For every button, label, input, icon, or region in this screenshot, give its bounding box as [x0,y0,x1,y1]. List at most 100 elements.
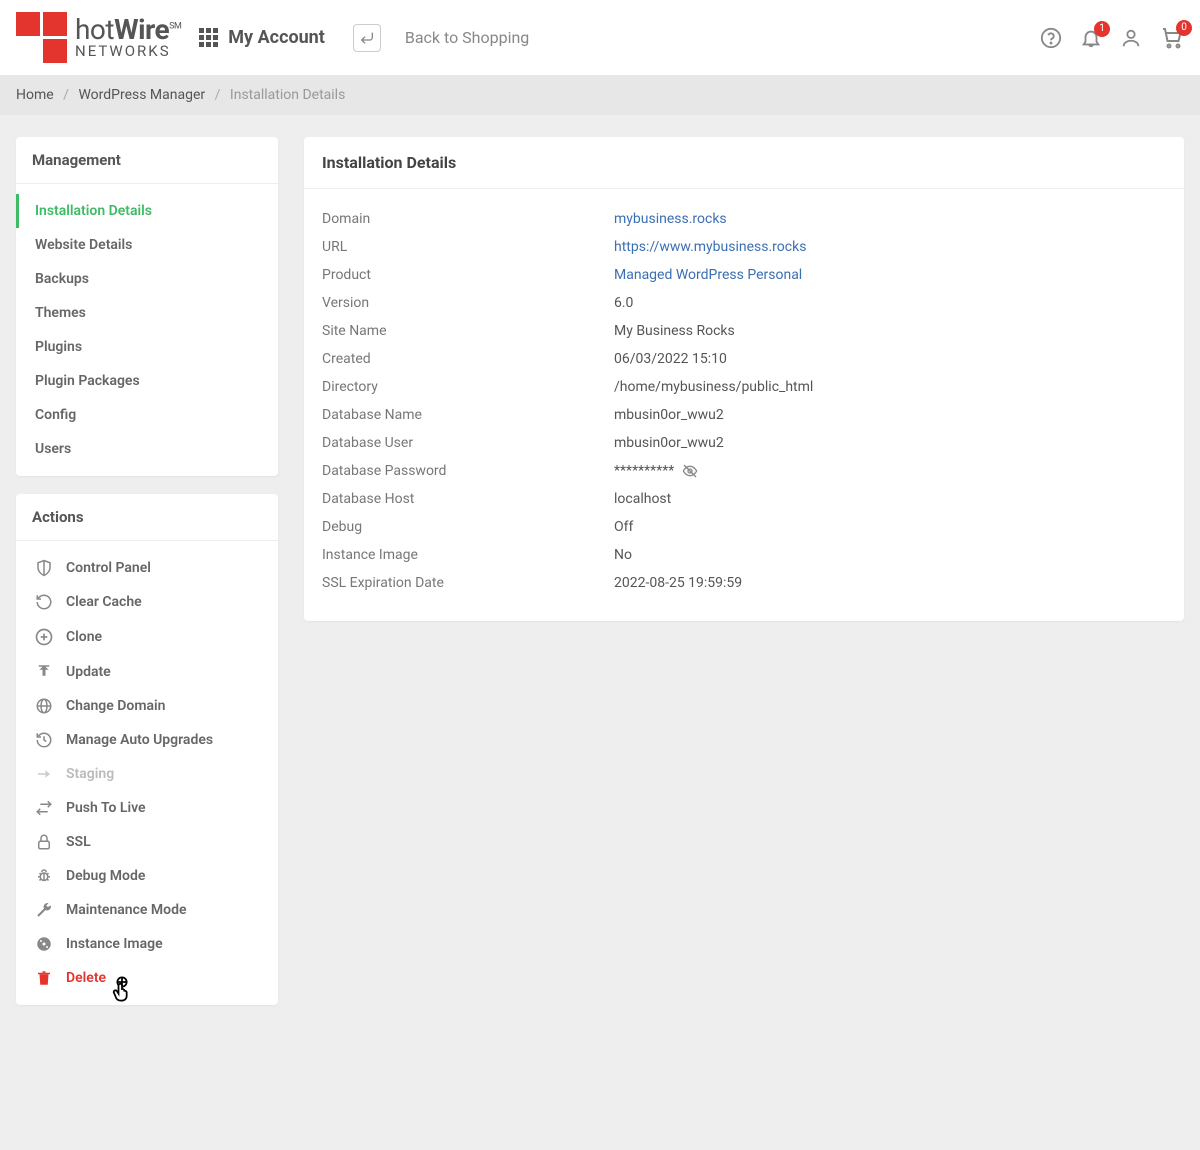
nav-plugins[interactable]: Plugins [16,330,278,364]
upload-icon [34,663,54,681]
action-staging: Staging [22,757,272,791]
action-label: Push To Live [66,800,146,816]
label-debug: Debug [322,519,614,535]
action-label: Clone [66,629,102,645]
bug-icon [34,867,54,885]
cart-button[interactable]: 0 [1160,26,1184,50]
row-url: URL https://www.mybusiness.rocks [322,233,1166,261]
back-button[interactable] [353,24,381,52]
label-db-password: Database Password [322,463,614,479]
actions-card: Actions Control Panel Clear Cache Clone … [16,494,278,1005]
help-button[interactable] [1040,27,1062,49]
value-directory: /home/mybusiness/public_html [614,379,813,395]
nav-plugin-packages[interactable]: Plugin Packages [16,364,278,398]
row-site-name: Site Name My Business Rocks [322,317,1166,345]
action-label: Control Panel [66,560,151,576]
row-db-user: Database User mbusin0or_wwu2 [322,429,1166,457]
nav-backups[interactable]: Backups [16,262,278,296]
row-db-password: Database Password ********** [322,457,1166,485]
label-created: Created [322,351,614,367]
nav-installation-details[interactable]: Installation Details [16,194,278,228]
row-domain: Domain mybusiness.rocks [322,205,1166,233]
value-instance-image: No [614,547,632,563]
value-url[interactable]: https://www.mybusiness.rocks [614,239,806,255]
trash-icon [34,969,54,987]
action-label: Update [66,664,111,680]
action-label: Maintenance Mode [66,902,187,918]
label-domain: Domain [322,211,614,227]
logo-text: hotWireSM NETWORKS [75,16,181,59]
action-label: Manage Auto Upgrades [66,732,213,748]
management-title: Management [16,137,278,184]
my-account-label: My Account [228,27,325,48]
actions-list: Control Panel Clear Cache Clone Update C [16,541,278,1005]
breadcrumb-home[interactable]: Home [16,87,54,103]
breadcrumb-current: Installation Details [230,87,345,103]
action-clone[interactable]: Clone [22,619,272,655]
header: hotWireSM NETWORKS My Account Back to Sh… [0,0,1200,75]
back-to-shopping-link[interactable]: Back to Shopping [405,28,529,47]
logo[interactable]: hotWireSM NETWORKS [16,12,181,63]
nav-users[interactable]: Users [16,432,278,466]
action-update[interactable]: Update [22,655,272,689]
value-ssl-expiration: 2022-08-25 19:59:59 [614,575,742,591]
breadcrumb-sep: / [215,87,221,103]
row-created: Created 06/03/2022 15:10 [322,345,1166,373]
action-label: Debug Mode [66,868,145,884]
action-change-domain[interactable]: Change Domain [22,689,272,723]
notifications-button[interactable]: 1 [1080,27,1102,49]
label-ssl-expiration: SSL Expiration Date [322,575,614,591]
value-version: 6.0 [614,295,633,311]
breadcrumb-sep: / [63,87,69,103]
label-db-user: Database User [322,435,614,451]
rotate-ccw-icon [34,593,54,611]
help-icon [1040,27,1062,49]
label-directory: Directory [322,379,614,395]
my-account-link[interactable]: My Account [199,27,325,48]
action-debug-mode[interactable]: Debug Mode [22,859,272,893]
value-db-host: localhost [614,491,671,507]
main-content: Installation Details Domain mybusiness.r… [304,137,1184,621]
nav-config[interactable]: Config [16,398,278,432]
label-site-name: Site Name [322,323,614,339]
action-maintenance-mode[interactable]: Maintenance Mode [22,893,272,927]
action-push-to-live[interactable]: Push To Live [22,791,272,825]
toggle-password-visibility[interactable] [682,463,698,479]
nav-themes[interactable]: Themes [16,296,278,330]
wrench-icon [34,901,54,919]
main-layout: Management Installation Details Website … [0,115,1200,1027]
nav-website-details[interactable]: Website Details [16,228,278,262]
logo-mark-icon [16,12,67,63]
action-control-panel[interactable]: Control Panel [22,551,272,585]
apps-grid-icon [199,28,218,47]
value-site-name: My Business Rocks [614,323,735,339]
action-label: Change Domain [66,698,165,714]
row-ssl-expiration: SSL Expiration Date 2022-08-25 19:59:59 [322,569,1166,597]
label-url: URL [322,239,614,255]
label-instance-image: Instance Image [322,547,614,563]
action-ssl[interactable]: SSL [22,825,272,859]
action-clear-cache[interactable]: Clear Cache [22,585,272,619]
eye-off-icon [682,463,698,479]
row-version: Version 6.0 [322,289,1166,317]
cart-badge: 0 [1176,20,1192,36]
value-product[interactable]: Managed WordPress Personal [614,267,802,283]
action-instance-image[interactable]: Instance Image [22,927,272,961]
action-delete[interactable]: Delete [22,961,272,995]
breadcrumb-wp-manager[interactable]: WordPress Manager [78,87,205,103]
installation-details-card: Installation Details Domain mybusiness.r… [304,137,1184,621]
shield-icon [34,559,54,577]
label-version: Version [322,295,614,311]
row-debug: Debug Off [322,513,1166,541]
action-label: Instance Image [66,936,163,952]
disc-icon [34,935,54,953]
action-label: Delete [66,970,106,986]
value-domain[interactable]: mybusiness.rocks [614,211,727,227]
action-label: SSL [66,834,91,850]
value-debug: Off [614,519,633,535]
action-auto-upgrades[interactable]: Manage Auto Upgrades [22,723,272,757]
header-icons: 1 0 [1040,26,1184,50]
account-button[interactable] [1120,27,1142,49]
action-label: Clear Cache [66,594,142,610]
value-created: 06/03/2022 15:10 [614,351,727,367]
